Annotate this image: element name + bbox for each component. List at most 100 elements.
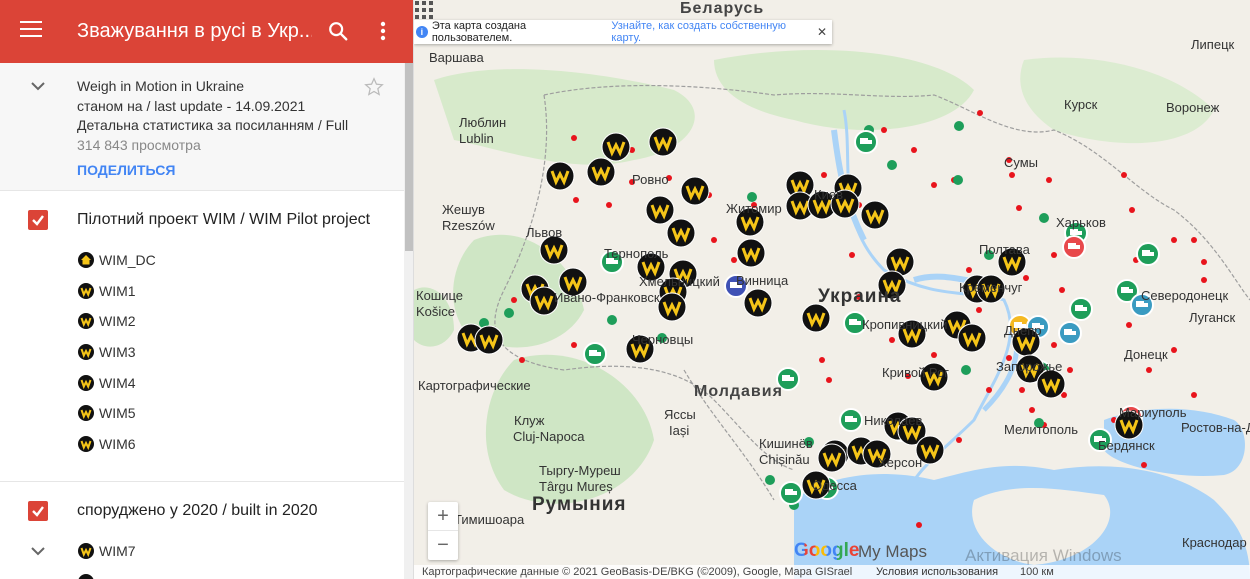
minor-point-marker — [916, 522, 922, 528]
notice-link[interactable]: Узнайте, как создать собственную карту. — [611, 20, 816, 44]
map-label: Ровно — [632, 172, 669, 187]
map-label: Житомир — [726, 201, 782, 216]
minor-point-marker — [1051, 342, 1057, 348]
layer-item-wim1[interactable]: WIM1 — [78, 281, 136, 301]
map-description-line2: станом на / last update - 14.09.2021 — [77, 98, 306, 114]
layer-checkbox-2020[interactable] — [28, 501, 48, 521]
planned-point-marker — [1039, 213, 1049, 223]
chevron-down-icon[interactable] — [30, 543, 46, 559]
layer-item-wim6[interactable]: WIM6 — [78, 434, 136, 454]
minor-point-marker — [1059, 287, 1065, 293]
views-count: 314 843 просмотра — [77, 137, 201, 153]
map-label: Târgu Mureș — [539, 479, 613, 494]
map-label: Николаев — [864, 413, 923, 428]
panel-scrollbar[interactable] — [404, 63, 413, 579]
map-label: Хмельницкий — [639, 274, 720, 289]
search-icon[interactable] — [327, 20, 349, 42]
star-icon[interactable] — [364, 77, 384, 97]
layer-title-2020: споруджено у 2020 / built in 2020 — [77, 502, 318, 519]
terms-link[interactable]: Условия использования — [876, 566, 998, 578]
map-canvas[interactable]: Беларусь Украина Молдавия Румыния Варшава Люб… — [414, 0, 1250, 579]
minor-point-marker — [1126, 322, 1132, 328]
map-description-line1: Weigh in Motion in Ukraine — [77, 78, 245, 94]
map-label: Картографические — [418, 378, 531, 393]
map-label: Кременчуг — [959, 280, 1023, 295]
map-label: Украина — [818, 286, 902, 307]
panel-header: Зважування в русі в Укр... — [0, 0, 413, 63]
minor-point-marker — [1191, 392, 1197, 398]
minor-point-marker — [1051, 252, 1057, 258]
map-label: Львов — [526, 225, 563, 240]
map-label: Винница — [736, 273, 789, 288]
planned-point-marker — [504, 308, 514, 318]
map-label: Луганск — [1189, 310, 1236, 325]
map-scale: 100 км — [1020, 566, 1054, 578]
share-link[interactable]: ПОДЕЛИТЬСЯ — [77, 162, 175, 178]
map-label: Кропивницкий — [862, 317, 948, 332]
layer-item-wim5[interactable]: WIM5 — [78, 403, 136, 423]
minor-point-marker — [606, 202, 612, 208]
map-label: Киев — [814, 187, 843, 202]
menu-icon[interactable] — [20, 21, 42, 41]
map-label: Запорожье — [996, 359, 1063, 374]
minor-point-marker — [731, 257, 737, 263]
minor-point-marker — [1019, 387, 1025, 393]
wim-marker-icon — [78, 313, 94, 329]
minor-point-marker — [881, 127, 887, 133]
layer-item-wim3[interactable]: WIM3 — [78, 342, 136, 362]
map-label: Ростов-на-Дону — [1181, 420, 1250, 435]
map-label: Днепр — [1004, 323, 1042, 338]
minor-point-marker — [1067, 367, 1073, 373]
wim-marker-icon — [657, 292, 687, 322]
layer-title-pilot: Пілотний проект WIM / WIM Pilot project — [77, 211, 371, 228]
minor-point-marker — [1201, 259, 1207, 265]
wim-marker-icon — [680, 176, 710, 206]
scrollbar-thumb[interactable] — [405, 63, 413, 251]
layer-item-label: WIM3 — [99, 344, 136, 360]
map-label: Беларусь — [680, 0, 765, 17]
truck-marker-icon — [779, 481, 803, 505]
wim-marker-icon — [957, 323, 987, 353]
layer-item-partial[interactable] — [78, 572, 94, 579]
chevron-down-icon[interactable] — [30, 78, 46, 94]
map-notice-bar: i Эта карта создана пользователем. Узнай… — [414, 20, 832, 44]
layer-item-wim-dc[interactable]: WIM_DC — [78, 250, 156, 270]
info-icon: i — [416, 26, 428, 38]
minor-point-marker — [573, 197, 579, 203]
layer-checkbox-pilot[interactable] — [28, 210, 48, 230]
map-label: Lublin — [459, 131, 494, 146]
map-label: Донецк — [1124, 347, 1168, 362]
minor-point-marker — [1171, 347, 1177, 353]
map-label: Мариуполь — [1119, 405, 1187, 420]
layer-item-label: WIM_DC — [99, 252, 156, 268]
wim-marker-icon — [1036, 369, 1066, 399]
map-label: Черновцы — [632, 332, 694, 347]
zoom-in-button[interactable]: + — [428, 502, 458, 531]
layer-item-wim2[interactable]: WIM2 — [78, 311, 136, 331]
checkmark-icon — [32, 506, 44, 517]
google-logo: Google — [794, 540, 859, 562]
minor-point-marker — [911, 147, 917, 153]
apps-grid-icon[interactable] — [414, 0, 434, 20]
layer-item-wim7[interactable]: WIM7 — [78, 541, 136, 561]
minor-point-marker — [821, 172, 827, 178]
map-label: Северодонецк — [1141, 288, 1229, 303]
wim-marker-icon — [545, 161, 575, 191]
wim-marker-icon — [666, 218, 696, 248]
wim-marker-icon — [801, 303, 831, 333]
map-label: Кошице — [416, 288, 464, 303]
minor-point-marker — [1029, 407, 1035, 413]
map-label: Румыния — [532, 494, 627, 515]
wim-marker-icon — [539, 235, 569, 265]
map-label: Одесса — [812, 478, 857, 493]
layer-item-label: WIM5 — [99, 405, 136, 421]
map-label: Cluj-Napoca — [513, 429, 585, 444]
map-label: Харьков — [1056, 215, 1106, 230]
close-icon[interactable]: ✕ — [816, 25, 828, 39]
zoom-out-button[interactable]: − — [428, 531, 458, 560]
zoom-control: + − — [428, 502, 458, 560]
layer-item-wim4[interactable]: WIM4 — [78, 373, 136, 393]
minor-point-marker — [1121, 172, 1127, 178]
more-vert-icon[interactable] — [378, 20, 388, 42]
google-logo-text: Google — [794, 540, 860, 561]
